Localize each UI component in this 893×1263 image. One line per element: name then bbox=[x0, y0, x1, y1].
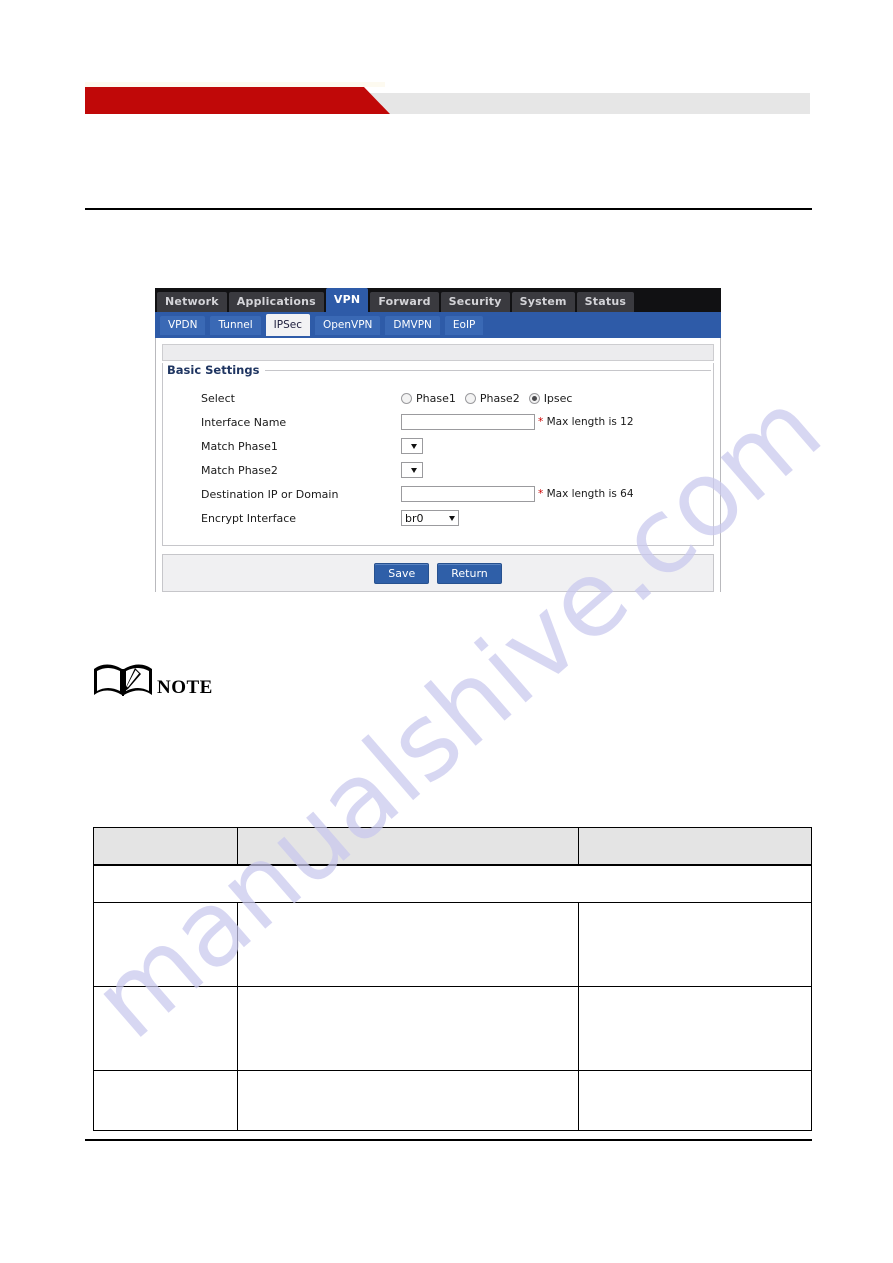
table-header-cell-1 bbox=[93, 827, 238, 866]
nav-tab-security[interactable]: Security bbox=[440, 292, 510, 312]
dropdown-encrypt-interface[interactable]: br0 bbox=[401, 510, 459, 526]
radio-label-phase2: Phase2 bbox=[479, 391, 520, 405]
radio-label-ipsec: Ipsec bbox=[543, 391, 573, 405]
table-row bbox=[93, 1070, 812, 1131]
chevron-down-icon bbox=[411, 467, 417, 473]
form-row-interface-name: Interface Name * Max length is 12 bbox=[201, 411, 713, 433]
hint-destination: * Max length is 64 bbox=[538, 488, 634, 500]
input-interface-name[interactable] bbox=[401, 414, 535, 430]
form-row-match-phase2: Match Phase2 bbox=[201, 459, 713, 481]
radio-option-ipsec[interactable]: Ipsec bbox=[528, 391, 573, 405]
router-web-ui: Network Applications VPN Forward Securit… bbox=[155, 288, 721, 592]
table-cell-description bbox=[237, 986, 579, 1071]
dropdown-match-phase1[interactable] bbox=[401, 438, 423, 454]
sub-tab-ipsec[interactable]: IPSec bbox=[265, 314, 310, 336]
dropdown-match-phase2[interactable] bbox=[401, 462, 423, 478]
panel-divider bbox=[265, 369, 711, 371]
form-row-match-phase1: Match Phase1 bbox=[201, 435, 713, 457]
form-row-destination: Destination IP or Domain * Max length is… bbox=[201, 483, 713, 505]
sub-navigation-bar: VPDN Tunnel IPSec OpenVPN DMVPN EoIP bbox=[155, 312, 721, 338]
nav-tab-status[interactable]: Status bbox=[576, 292, 635, 312]
select-radio-group: Phase1 Phase2 Ipsec bbox=[401, 392, 581, 405]
basic-settings-form: Select Phase1 Phase2 Ipsec Interface Nam… bbox=[163, 377, 713, 529]
open-book-icon bbox=[94, 664, 152, 696]
label-match-phase2: Match Phase2 bbox=[201, 463, 278, 477]
page-header-banner bbox=[85, 82, 810, 118]
table-cell-default bbox=[578, 1070, 812, 1131]
table-cell-description bbox=[237, 1070, 579, 1131]
form-row-select: Select Phase1 Phase2 Ipsec bbox=[201, 387, 713, 409]
note-label: NOTE bbox=[157, 677, 213, 698]
table-cell-default bbox=[578, 986, 812, 1071]
nav-tab-forward[interactable]: Forward bbox=[370, 292, 439, 312]
nav-tab-vpn[interactable]: VPN bbox=[325, 288, 369, 312]
chevron-down-icon bbox=[411, 443, 417, 449]
radio-icon-phase2[interactable] bbox=[464, 392, 476, 404]
table-cell-description bbox=[237, 902, 579, 987]
sub-tab-eoip[interactable]: EoIP bbox=[444, 315, 484, 335]
label-destination: Destination IP or Domain bbox=[201, 487, 339, 501]
label-match-phase1: Match Phase1 bbox=[201, 439, 278, 453]
label-encrypt-interface: Encrypt Interface bbox=[201, 511, 297, 525]
dropdown-value-encrypt-interface: br0 bbox=[405, 511, 424, 525]
main-navigation-bar: Network Applications VPN Forward Securit… bbox=[155, 288, 721, 312]
ui-content-body: Basic Settings Select Phase1 Phase2 Ipse… bbox=[155, 338, 721, 592]
table-span-cell bbox=[93, 864, 812, 903]
panel-header: Basic Settings bbox=[163, 363, 713, 377]
table-cell-name bbox=[93, 902, 238, 987]
sub-tab-tunnel[interactable]: Tunnel bbox=[210, 315, 261, 335]
sub-tab-vpdn[interactable]: VPDN bbox=[160, 315, 206, 335]
note-body-text bbox=[92, 712, 792, 742]
note-callout: NOTE bbox=[92, 660, 213, 700]
footer-rule bbox=[85, 1139, 812, 1141]
table-header-cell-2 bbox=[237, 827, 579, 866]
radio-option-phase1[interactable]: Phase1 bbox=[401, 392, 456, 405]
header-red-banner bbox=[85, 86, 390, 114]
breadcrumb-strip bbox=[162, 344, 714, 361]
table-cell-name bbox=[93, 1070, 238, 1131]
save-button[interactable]: Save bbox=[374, 562, 430, 584]
table-cell-default bbox=[578, 902, 812, 987]
table-row bbox=[93, 986, 812, 1071]
action-button-bar: Save Return bbox=[162, 554, 714, 592]
sub-tab-openvpn[interactable]: OpenVPN bbox=[314, 315, 381, 335]
nav-tab-system[interactable]: System bbox=[511, 292, 575, 312]
required-star-interface-name: * bbox=[538, 416, 544, 428]
basic-settings-panel: Basic Settings Select Phase1 Phase2 Ipse… bbox=[162, 363, 714, 546]
hint-text-interface-name: Max length is 12 bbox=[546, 416, 634, 428]
input-destination[interactable] bbox=[401, 486, 535, 502]
table-row bbox=[93, 902, 812, 987]
return-button[interactable]: Return bbox=[437, 562, 502, 584]
nav-tab-network[interactable]: Network bbox=[157, 292, 227, 312]
sub-tab-dmvpn[interactable]: DMVPN bbox=[385, 315, 440, 335]
table-header-cell-3 bbox=[578, 827, 812, 866]
panel-title: Basic Settings bbox=[163, 363, 266, 377]
table-cell-name bbox=[93, 986, 238, 1071]
hint-text-destination: Max length is 64 bbox=[546, 488, 634, 500]
hint-interface-name: * Max length is 12 bbox=[538, 416, 634, 428]
radio-icon-ipsec[interactable] bbox=[528, 392, 540, 404]
table-span-row bbox=[93, 864, 812, 903]
label-interface-name: Interface Name bbox=[201, 415, 287, 429]
table-header-row bbox=[93, 827, 812, 866]
radio-label-phase1: Phase1 bbox=[416, 391, 456, 405]
radio-icon-phase1[interactable] bbox=[401, 392, 412, 404]
required-star-destination: * bbox=[538, 488, 544, 500]
header-rule bbox=[85, 208, 812, 210]
label-select: Select bbox=[201, 391, 235, 405]
nav-tab-applications[interactable]: Applications bbox=[228, 292, 324, 312]
parameter-description-table bbox=[93, 827, 812, 1131]
header-red-highlight bbox=[85, 82, 385, 87]
radio-option-phase2[interactable]: Phase2 bbox=[464, 391, 520, 405]
chevron-down-icon bbox=[449, 515, 455, 521]
form-row-encrypt-interface: Encrypt Interface br0 bbox=[201, 507, 713, 529]
